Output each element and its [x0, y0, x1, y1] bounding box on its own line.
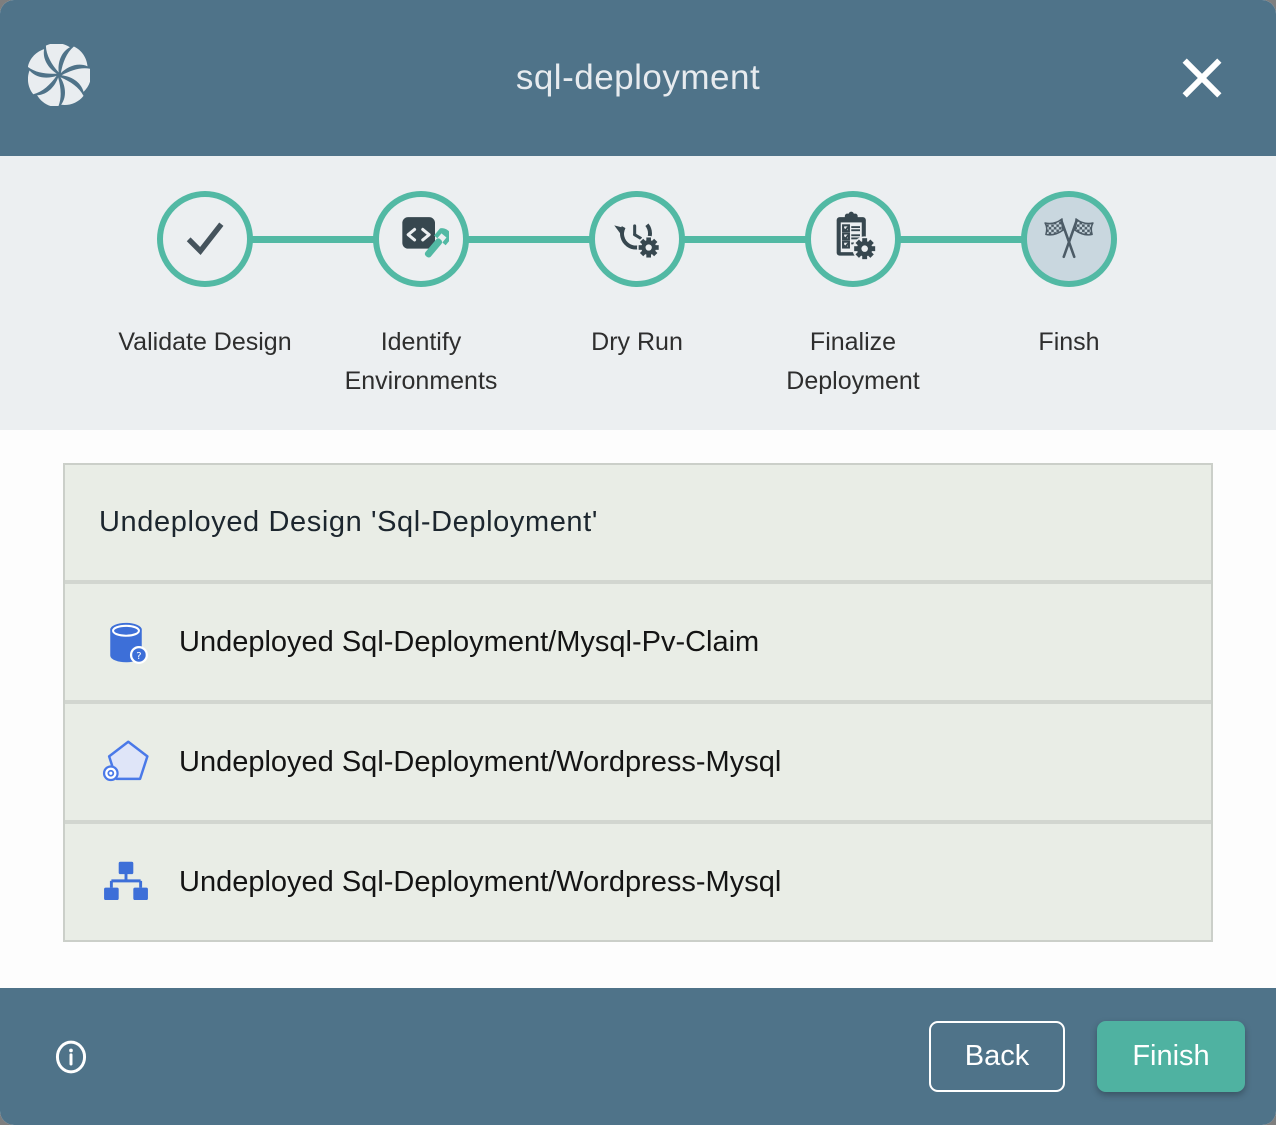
list-item-wordpress-mysql-component: Undeployed Sql-Deployment/Wordpress-Mysq…	[65, 700, 1211, 820]
list-item-design: Undeployed Design 'Sql-Deployment'	[65, 465, 1211, 580]
checkered-flags-icon	[1041, 209, 1097, 270]
step-label: Finalize Deployment	[745, 323, 961, 401]
info-icon	[50, 1066, 92, 1081]
step-circle	[1021, 191, 1117, 287]
step-finish[interactable]: Finsh	[961, 191, 1177, 362]
wizard-stepper: Validate Design	[0, 156, 1276, 430]
info-button[interactable]	[50, 1036, 92, 1078]
dialog-header: sql-deployment	[0, 0, 1276, 156]
list-item-mysql-pv-claim: ? Undeployed Sql-Deployment/Mysql-Pv-Cla…	[65, 580, 1211, 700]
close-button[interactable]	[1176, 52, 1228, 104]
clipboard-gear-icon	[825, 209, 881, 270]
meshery-logo-icon	[28, 44, 90, 110]
step-circle	[805, 191, 901, 287]
step-validate-design[interactable]: Validate Design	[97, 191, 313, 362]
topology-tree-icon	[99, 855, 153, 909]
sync-clock-gear-icon	[609, 209, 665, 270]
dialog-title: sql-deployment	[516, 58, 760, 98]
step-circle	[373, 191, 469, 287]
close-icon	[1176, 92, 1228, 107]
step-label: Dry Run	[529, 323, 745, 362]
step-circle	[589, 191, 685, 287]
step-dry-run[interactable]: Dry Run	[529, 191, 745, 362]
step-identify-environments[interactable]: Identify Environments	[313, 191, 529, 401]
finish-button[interactable]: Finish	[1097, 1021, 1245, 1092]
database-icon: ?	[99, 615, 153, 669]
step-finalize-deployment[interactable]: Finalize Deployment	[745, 191, 961, 401]
dialog-footer: Back Finish	[0, 988, 1276, 1125]
step-label: Finsh	[961, 323, 1177, 362]
list-item-text: Undeployed Sql-Deployment/Wordpress-Mysq…	[179, 866, 781, 899]
step-label: Identify Environments	[313, 323, 529, 401]
list-item-text: Undeployed Sql-Deployment/Mysql-Pv-Claim	[179, 626, 759, 659]
component-pentagon-icon	[99, 735, 153, 789]
deployment-result-list: Undeployed Design 'Sql-Deployment' ? Und…	[63, 463, 1213, 942]
step-label: Validate Design	[97, 323, 313, 362]
step-circle	[157, 191, 253, 287]
list-item-wordpress-mysql-topology: Undeployed Sql-Deployment/Wordpress-Mysq…	[65, 820, 1211, 940]
check-icon	[177, 209, 233, 270]
dialog-body: Undeployed Design 'Sql-Deployment' ? Und…	[0, 430, 1276, 988]
list-item-text: Undeployed Design 'Sql-Deployment'	[99, 506, 598, 539]
deployment-wizard-dialog: sql-deployment Validate Design	[0, 0, 1276, 1125]
list-item-text: Undeployed Sql-Deployment/Wordpress-Mysq…	[179, 746, 781, 779]
svg-text:?: ?	[136, 651, 141, 662]
back-button[interactable]: Back	[929, 1021, 1065, 1092]
code-window-wrench-icon	[393, 209, 449, 270]
